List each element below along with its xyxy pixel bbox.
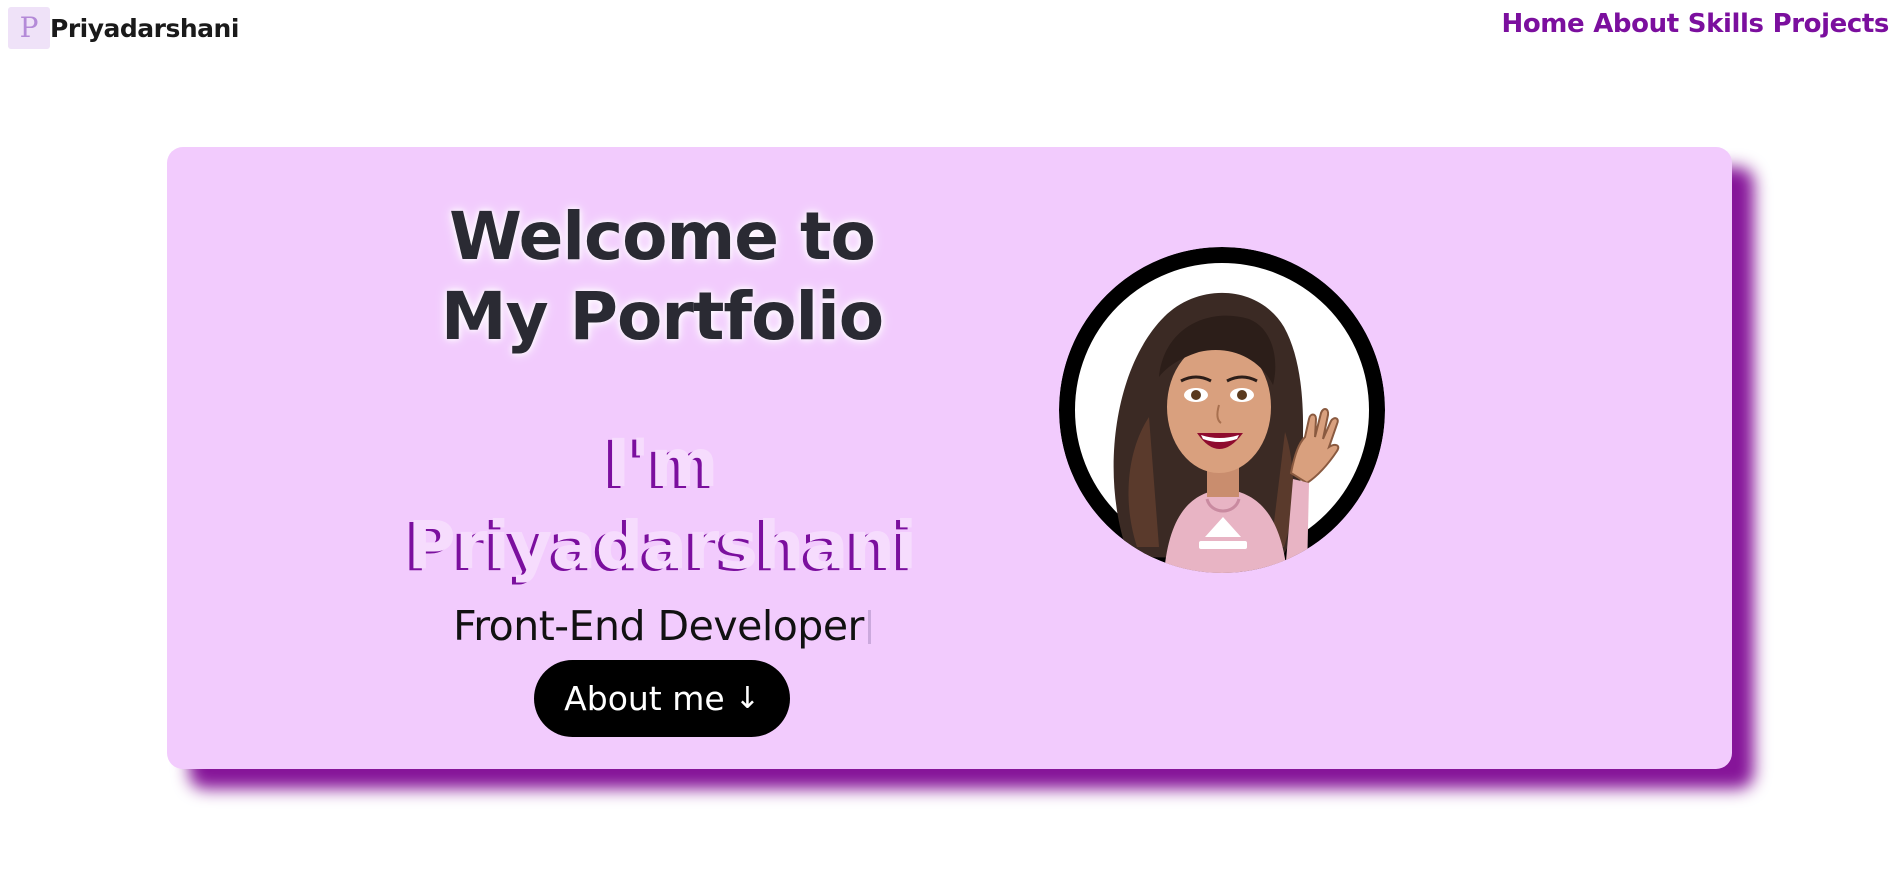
typing-cursor: [867, 610, 871, 644]
logo-icon[interactable]: P: [8, 7, 50, 49]
nav-link-skills[interactable]: Skills: [1688, 9, 1764, 39]
intro-name: I'm Priyadarshani: [387, 423, 937, 587]
role-text: Front-End Developer: [453, 602, 864, 650]
about-me-button[interactable]: About me ↓: [534, 660, 790, 737]
greeting-line: I'm: [605, 425, 719, 502]
hero-text: Welcome to My Portfolio I'm Priyadarshan…: [387, 197, 937, 737]
nav-link-projects[interactable]: Projects: [1773, 9, 1890, 39]
nav-links: Home About Skills Projects: [1501, 9, 1889, 39]
about-me-label: About me: [564, 679, 725, 718]
role-line: Front-End Developer: [387, 601, 937, 651]
avatar-illustration: [1059, 247, 1385, 573]
nav-link-home[interactable]: Home: [1501, 9, 1584, 39]
navbar: P Priyadarshani Home About Skills Projec…: [0, 0, 1900, 60]
hero-card: Welcome to My Portfolio I'm Priyadarshan…: [167, 147, 1732, 769]
arrow-down-icon: ↓: [734, 680, 760, 716]
name-line: Priyadarshani: [407, 507, 917, 584]
welcome-title: Welcome to My Portfolio: [440, 198, 884, 355]
avatar: [1059, 247, 1385, 573]
nav-link-about[interactable]: About: [1593, 9, 1679, 39]
brand-name[interactable]: Priyadarshani: [50, 14, 239, 43]
